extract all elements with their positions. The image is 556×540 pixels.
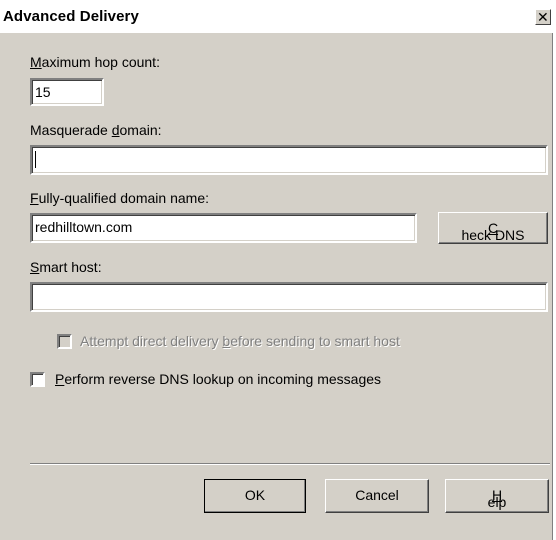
cancel-button[interactable]: Cancel [325, 479, 429, 513]
reverse-dns-checkbox[interactable] [30, 372, 45, 387]
advanced-delivery-dialog: Advanced Delivery ✕ Maximum hop count: 1… [0, 0, 553, 540]
max-hop-count-value: 15 [35, 84, 51, 100]
help-button[interactable]: Help [445, 479, 549, 513]
fqdn-value: redhilltown.com [35, 219, 133, 235]
cancel-label: Cancel [355, 487, 399, 503]
attempt-direct-delivery-checkbox[interactable] [57, 334, 72, 349]
close-button[interactable]: ✕ [535, 9, 551, 25]
check-dns-button[interactable]: Check DNS [438, 212, 548, 244]
title-bar: Advanced Delivery ✕ [0, 0, 553, 33]
attempt-direct-delivery-label: Attempt direct delivery before sending t… [80, 333, 400, 349]
fqdn-label: Fully-qualified domain name: [30, 190, 209, 206]
dialog-title: Advanced Delivery [3, 8, 139, 25]
check-dns-label: Check DNS [461, 220, 525, 243]
masquerade-domain-input[interactable] [30, 145, 548, 175]
smart-host-label: Smart host: [30, 259, 102, 275]
ok-label: OK [244, 487, 266, 503]
max-hop-count-label: Maximum hop count: [30, 54, 160, 70]
ok-button[interactable]: OK [204, 479, 306, 513]
text-caret [35, 151, 36, 168]
fqdn-input[interactable]: redhilltown.com [30, 213, 417, 243]
masquerade-domain-label: Masquerade domain: [30, 122, 162, 138]
reverse-dns-label: Perform reverse DNS lookup on incoming m… [55, 371, 382, 387]
smart-host-input[interactable] [30, 282, 548, 312]
max-hop-count-input[interactable]: 15 [30, 78, 104, 106]
close-icon: ✕ [537, 9, 549, 25]
separator [30, 463, 550, 465]
help-label: Help [487, 487, 507, 510]
